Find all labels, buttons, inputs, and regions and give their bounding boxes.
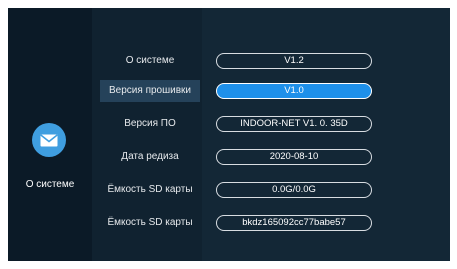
info-row-sd-capacity[interactable]: Ёмкость SD карты 0.0G/0.0G [92,179,450,201]
info-row-serial[interactable]: Ёмкость SD карты bkdz165092cc77babe57 [92,212,450,234]
screen: О системе О системе V1.2 Версия прошивки… [8,8,450,261]
row-label: Версия ПО [124,118,176,129]
left-nav-panel: О системе [8,8,92,261]
row-label: О системе [125,55,175,66]
info-row-release-date[interactable]: Дата редиза 2020-08-10 [92,146,450,168]
row-label: Ёмкость SD карты [107,217,193,228]
row-value: V1.2 [216,53,372,69]
row-label: Версия прошивки [100,80,200,102]
info-panel: О системе V1.2 Версия прошивки V1.0 Верс… [92,8,450,261]
row-value: INDOOR-NET V1. 0. 35D [216,116,372,132]
envelope-icon[interactable] [32,123,66,157]
info-row-about-system[interactable]: О системе V1.2 [92,50,450,72]
row-value: V1.0 [216,83,372,99]
row-value: 0.0G/0.0G [216,182,372,198]
info-row-software-version[interactable]: Версия ПО INDOOR-NET V1. 0. 35D [92,113,450,135]
row-label: Дата редиза [121,151,179,162]
row-value: bkdz165092cc77babe57 [216,215,372,231]
row-label: Ёмкость SD карты [107,184,193,195]
info-row-firmware-version[interactable]: Версия прошивки V1.0 [92,80,450,102]
row-value: 2020-08-10 [216,149,372,165]
nav-label-about-system: О системе [25,179,75,190]
